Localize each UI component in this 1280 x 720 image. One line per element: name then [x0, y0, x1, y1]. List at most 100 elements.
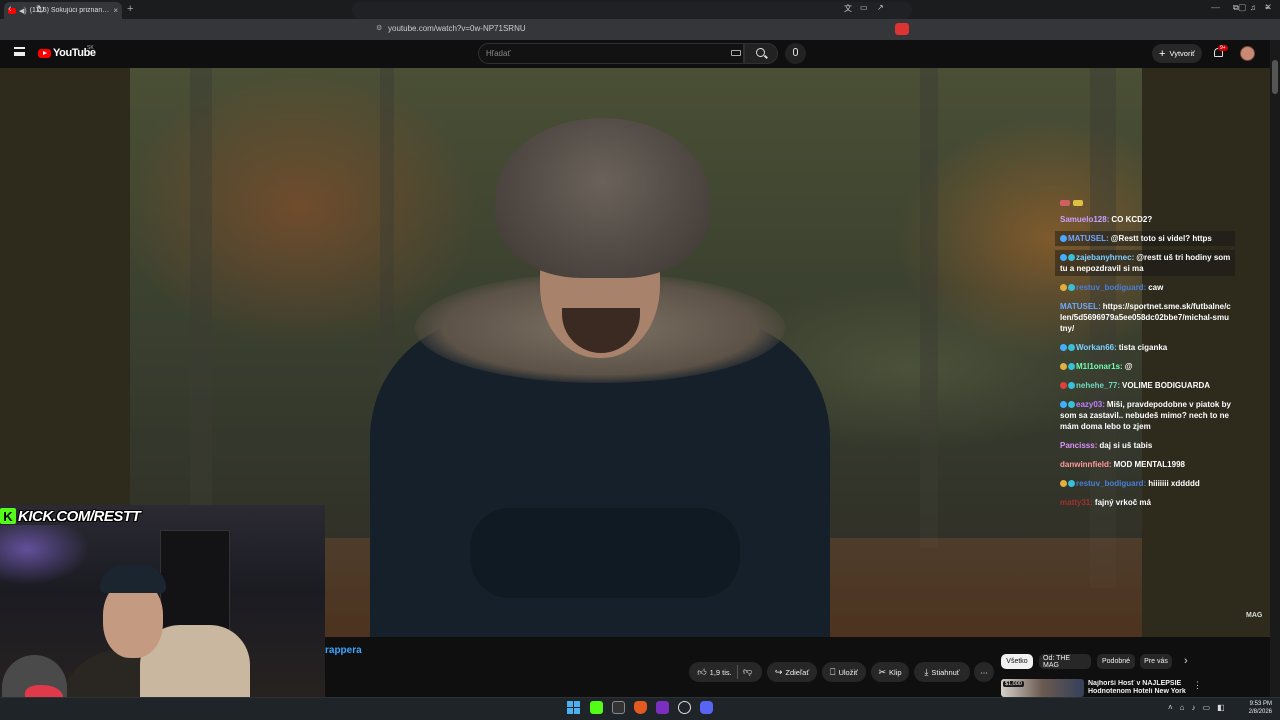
kick-app-icon[interactable] [590, 701, 603, 714]
window-app-icon[interactable] [612, 701, 625, 714]
maximize-button[interactable]: ▢ [1238, 2, 1247, 13]
chat-badge-icon [1060, 401, 1067, 408]
back-icon[interactable]: ‹ [8, 3, 12, 15]
menu-icon[interactable]: ≡ [1265, 3, 1270, 12]
tree-trunk [920, 68, 938, 548]
emote-icon [1073, 200, 1083, 206]
chat-message: nehehe_77: VOLIME BODIGUARDA [1055, 378, 1235, 393]
system-tray: ˄ ⌂ ♪ ▭ ◧ [1168, 703, 1225, 712]
more-icon: ⋯ [980, 667, 988, 677]
dislike-icon[interactable]: 👎︎ [743, 666, 752, 677]
window-controls: — ▢ ✕ [1211, 2, 1272, 13]
chip-from-channel[interactable]: Od: THE MAG [1039, 654, 1091, 669]
discord-icon[interactable] [700, 701, 713, 714]
volume-icon[interactable]: ♪ [1192, 703, 1196, 712]
chat-text: MOD MENTAL1998 [1113, 460, 1185, 469]
recommendation-title[interactable]: Najhorší Hosť v NAJLEPŠIE Hodnotenom Hot… [1088, 680, 1188, 696]
url-text[interactable]: youtube.com/watch?v=0w-NP71SRNU [388, 24, 526, 33]
create-button[interactable]: + Vytvoriť [1152, 44, 1202, 63]
search-icon [756, 48, 765, 57]
share-icon: ↪ [774, 666, 783, 677]
site-info-icon[interactable]: ⚙ [376, 24, 382, 32]
scissors-icon: ✂ [878, 666, 887, 677]
new-tab-button[interactable]: + [127, 3, 133, 15]
like-count[interactable]: 1,9 tis. [710, 668, 732, 677]
reload-icon[interactable]: ↻ [36, 3, 45, 16]
kick-banner: K KICK.COM/RESTT [0, 506, 141, 526]
chip-all[interactable]: Všetko [1001, 654, 1033, 669]
brave-shield-icon[interactable] [895, 23, 909, 35]
chat-badge-icon [1060, 344, 1067, 351]
emote-icon [1060, 200, 1070, 206]
guide-menu-icon[interactable] [14, 47, 25, 56]
keyboard-icon[interactable] [731, 50, 741, 56]
search-box[interactable] [478, 43, 744, 64]
chat-badge-icon [1060, 254, 1067, 261]
chat-text: @Restt toto si videl? https [1110, 234, 1212, 243]
chat-message: M1l1onar1s: @ [1055, 359, 1235, 374]
chat-username: zajebanyhrnec: [1076, 253, 1135, 262]
display-icon[interactable]: ◧ [1217, 703, 1225, 712]
clip-button[interactable]: ✂ Klip [871, 662, 909, 682]
brave-browser-icon[interactable] [634, 701, 647, 714]
forward-icon[interactable]: › [23, 3, 27, 15]
chat-message: Workan66: tista ciganka [1055, 340, 1235, 355]
save-label: Uložiť [838, 667, 858, 677]
chat-text: daj si uš tabis [1099, 441, 1153, 450]
youtube-logo-icon[interactable] [38, 49, 51, 58]
search-input[interactable]: Hľadať [486, 49, 510, 58]
share-button[interactable]: ↪ Zdieľať [767, 662, 817, 682]
plus-icon: + [1159, 47, 1166, 60]
url-box[interactable] [352, 2, 912, 19]
minimize-button[interactable]: — [1211, 2, 1220, 13]
chat-badge-icon [1060, 480, 1067, 487]
tree-trunk [190, 68, 212, 568]
crossed-arms [470, 508, 740, 598]
github-icon[interactable] [678, 701, 691, 714]
chat-text: fajný vrkoč má [1094, 498, 1151, 507]
purple-light [0, 525, 90, 585]
chat-username: nehehe_77: [1076, 381, 1121, 390]
chip-for-you[interactable]: Pre vás [1140, 654, 1172, 669]
tab-close-icon[interactable]: × [113, 6, 118, 15]
browser-tab[interactable]: ◀) (1115) Šokujúci priznanie, ktoré × [4, 2, 122, 19]
chevron-right-icon[interactable]: › [1184, 655, 1188, 667]
app-icon[interactable] [656, 701, 669, 714]
chat-message: restuv_bodiguard: caw [1055, 280, 1235, 295]
media-icon[interactable]: ♫ [1250, 3, 1256, 12]
chevron-up-icon[interactable]: ˄ [1168, 703, 1173, 712]
chat-text: caw [1148, 283, 1164, 292]
account-avatar[interactable] [1240, 46, 1255, 61]
start-menu-icon[interactable] [567, 701, 580, 714]
page-scrollbar[interactable] [1270, 40, 1280, 697]
chat-badge-icon [1068, 382, 1075, 389]
network-icon[interactable]: ⌂ [1180, 703, 1185, 712]
chat-emote-row [1055, 200, 1235, 207]
channel-watermark[interactable]: MAG [1246, 612, 1262, 619]
chat-badge-icon [1068, 363, 1075, 370]
kick-logo-icon: K [0, 508, 16, 524]
share-page-icon[interactable]: ↗ [877, 3, 884, 12]
more-actions-button[interactable]: ⋯ [974, 662, 994, 682]
webcam-overlay [0, 505, 325, 720]
chat-message: MATUSEL: https://sportnet.sme.sk/futbalne… [1055, 299, 1235, 336]
battery-icon[interactable]: ▭ [1203, 703, 1211, 712]
extensions-icon[interactable]: ⧉ [1233, 3, 1239, 13]
chip-similar[interactable]: Podobné [1097, 654, 1135, 669]
recommendation-title-line: Hodnotenom Hoteli New York [1088, 688, 1186, 695]
chat-badge-icon [1068, 401, 1075, 408]
chat-username: Samuelo128: [1060, 215, 1110, 224]
taskbar-clock[interactable]: 9:53 PM 2/8/2026 [1238, 700, 1272, 716]
video-title: rappera [325, 645, 362, 656]
like-icon[interactable]: 👍︎ [697, 667, 706, 678]
recommendation-menu-icon[interactable]: ⋮ [1193, 680, 1202, 691]
kick-url: KICK.COM/RESTT [18, 507, 141, 525]
download-button[interactable]: ⤓ Stiahnuť [914, 662, 970, 682]
chat-username: eazy03: [1076, 400, 1105, 409]
scrollbar-thumb[interactable] [1272, 60, 1278, 94]
save-button[interactable]: ⎕ Uložiť [822, 662, 866, 682]
chat-message: restuv_bodiguard: hiiiiiii xddddd [1055, 476, 1235, 491]
chat-badge-icon [1068, 344, 1075, 351]
translate-icon[interactable]: 文 [844, 3, 852, 14]
cast-icon[interactable]: ▭ [860, 3, 868, 12]
